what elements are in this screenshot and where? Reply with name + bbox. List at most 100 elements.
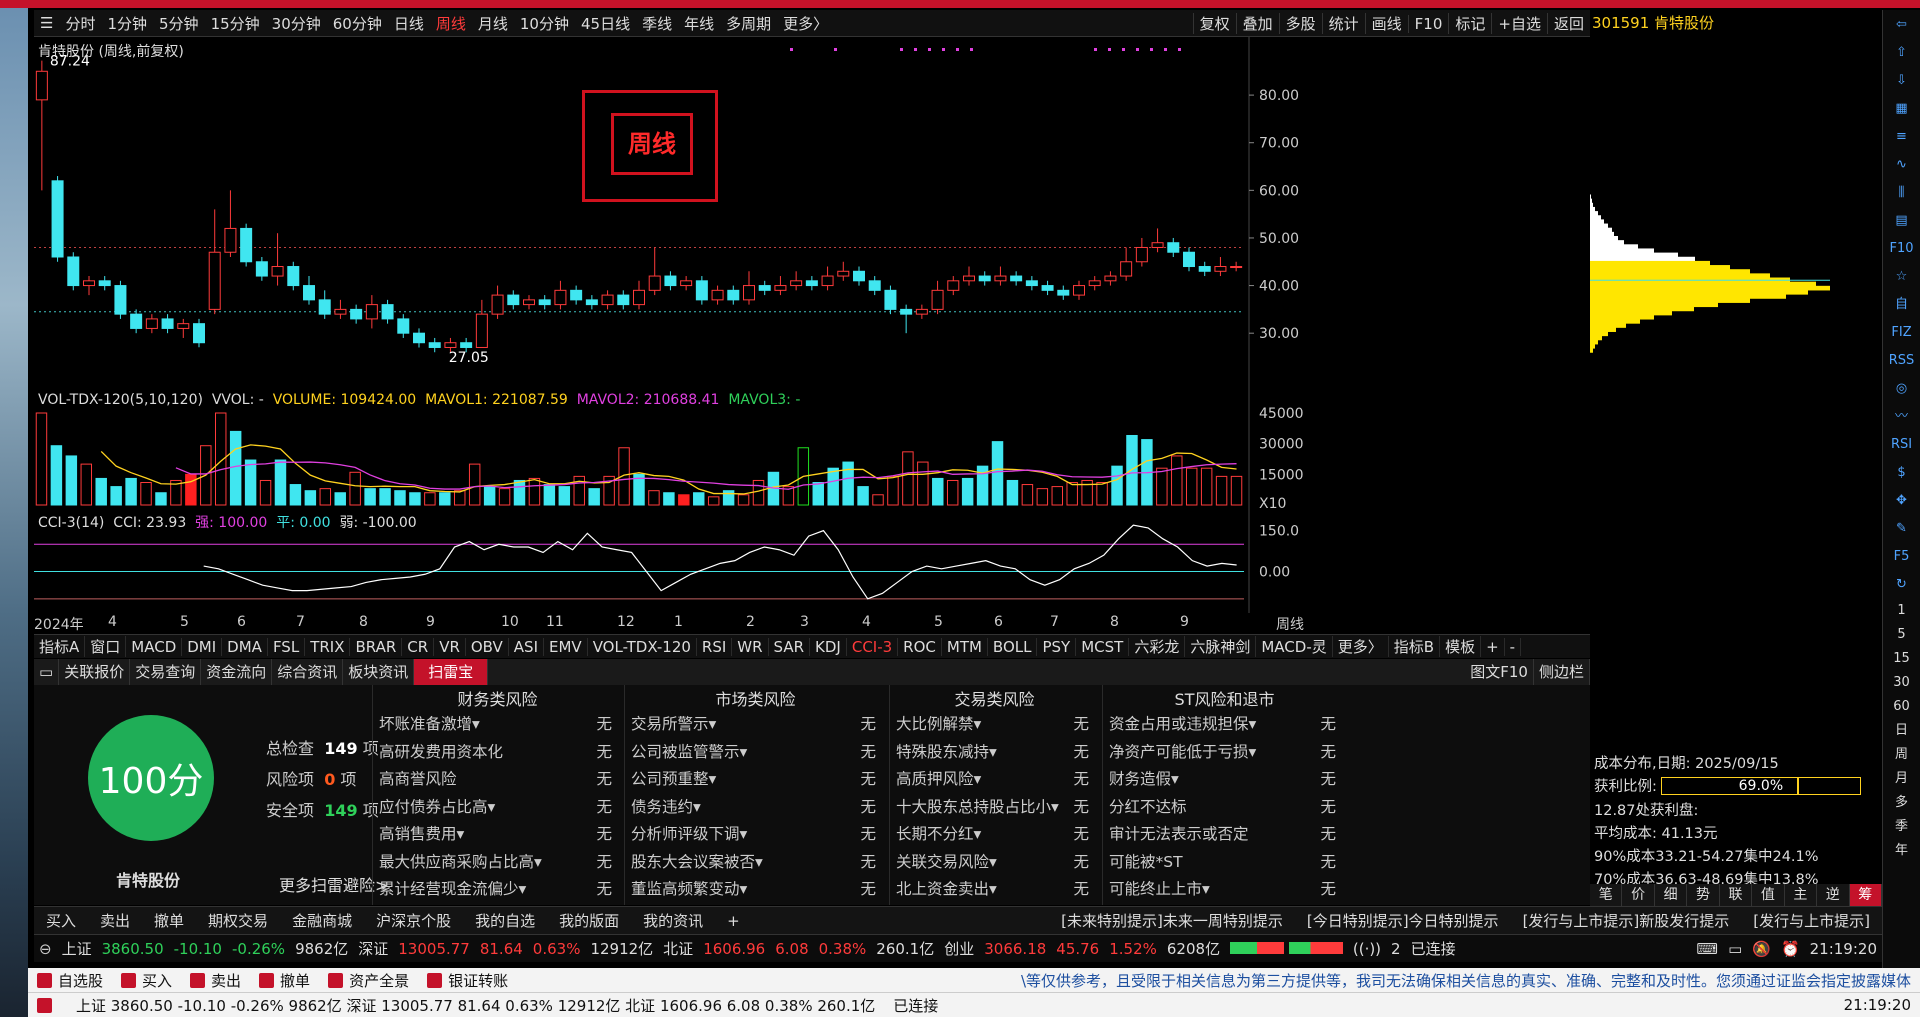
risk-item[interactable]: 公司预重整▾ 无 (625, 766, 886, 794)
action-notice-12[interactable]: [发行与上市提示]新股发行提示 (1511, 910, 1742, 931)
period-shortcut-0[interactable]: 1 (1885, 600, 1919, 622)
menu-icon[interactable]: ☰ (34, 14, 59, 32)
indicator-tab-26[interactable]: MACD-灵 (1256, 636, 1333, 657)
indicator-tab-2[interactable]: MACD (126, 637, 183, 656)
indicator-tab-5[interactable]: FSL (268, 637, 306, 656)
f5-icon[interactable]: F5 (1885, 544, 1919, 570)
chart-icon[interactable]: ∿ (1885, 152, 1919, 178)
news-icon[interactable]: ▤ (1885, 208, 1919, 234)
outer-tool-1[interactable]: 买入 (112, 970, 181, 991)
indicator-tab-6[interactable]: TRIX (305, 637, 351, 656)
candle-icon[interactable]: ⫼ (1885, 180, 1919, 206)
period-shortcut-1[interactable]: 5 (1885, 624, 1919, 646)
risk-item[interactable]: 债务违约▾ 无 (625, 794, 886, 822)
risk-item[interactable]: 净资产可能低于亏损▾ 无 (1103, 739, 1346, 767)
pencil-icon[interactable]: ✎ (1885, 516, 1919, 542)
period-tab-1[interactable]: 1分钟 (101, 13, 153, 34)
risk-item[interactable]: 北上资金卖出▾ 无 (890, 876, 1099, 904)
indicator-tab-15[interactable]: WR (732, 637, 769, 656)
period-tab-4[interactable]: 30分钟 (266, 13, 327, 34)
toolbar-button-3[interactable]: 统计 (1321, 13, 1365, 34)
period-tab-8[interactable]: 月线 (472, 13, 514, 34)
period-tab-9[interactable]: 10分钟 (514, 13, 575, 34)
action-mall[interactable]: 金融商城 (280, 910, 364, 931)
info-tab-0[interactable]: 关联报价 (59, 659, 131, 685)
back-arrow-icon[interactable]: ⇦ (1885, 12, 1919, 38)
risk-item[interactable]: 董监高频繁变动▾ 无 (625, 876, 886, 904)
indicator-tab-27[interactable]: 更多〉 (1333, 636, 1389, 657)
period-tab-12[interactable]: 年线 (678, 13, 720, 34)
indicator-tab-14[interactable]: RSI (697, 637, 733, 656)
action-cancel[interactable]: 撤单 (142, 910, 196, 931)
cost-button-2[interactable]: 细 (1654, 884, 1688, 906)
period-shortcut-7[interactable]: 月 (1885, 768, 1919, 790)
rsi-icon[interactable]: RSI (1885, 432, 1919, 458)
indicator-tab-13[interactable]: VOL-TDX-120 (588, 637, 697, 656)
risk-item[interactable]: 坏账准备激增▾ 无 (373, 711, 622, 739)
risk-item[interactable]: 审计无法表示或否定 无 (1103, 821, 1346, 849)
keyboard-icon[interactable]: ⌨ (1691, 940, 1723, 958)
risk-item[interactable]: 资金占用或违规担保▾ 无 (1103, 711, 1346, 739)
period-shortcut-3[interactable]: 30 (1885, 672, 1919, 694)
toolbar-button-6[interactable]: 标记 (1448, 13, 1491, 34)
toolbar-button-8[interactable]: 返回 (1546, 13, 1590, 34)
indicator-tab-22[interactable]: PSY (1037, 637, 1077, 656)
indicator-tab-10[interactable]: OBV (466, 637, 509, 656)
money-icon[interactable]: $ (1885, 460, 1919, 486)
info-tab-1[interactable]: 交易查询 (130, 659, 202, 685)
risk-item[interactable]: 长期不分红▾ 无 (890, 821, 1099, 849)
period-tab-0[interactable]: 分时 (59, 13, 101, 34)
toolbar-button-5[interactable]: F10 (1407, 14, 1449, 33)
indicator-tab-16[interactable]: SAR (769, 637, 811, 656)
price-chart[interactable]: 80.0070.0060.0050.0040.0030.0087.2427.05 (34, 37, 1590, 387)
grid-icon[interactable]: ▦ (1885, 96, 1919, 122)
risk-item[interactable]: 特殊股东减持▾ 无 (890, 739, 1099, 767)
outer-tool-5[interactable]: 银证转账 (418, 970, 517, 991)
risk-item[interactable]: 可能被*ST 无 (1103, 849, 1346, 877)
action-notice-11[interactable]: [今日特别提示]今日特别提示 (1295, 910, 1511, 931)
info-tab-3[interactable]: 综合资讯 (272, 659, 344, 685)
risk-item[interactable]: 高商誉风险 无 (373, 766, 622, 794)
toolbar-button-0[interactable]: 复权 (1192, 13, 1236, 34)
indicator-tab-30[interactable]: + (1481, 637, 1505, 656)
action-news[interactable]: 我的资讯 (631, 910, 715, 931)
action-add[interactable]: + (715, 912, 752, 930)
indicator-tab-4[interactable]: DMA (222, 637, 268, 656)
globe-icon[interactable]: ◎ (1885, 376, 1919, 402)
period-shortcut-2[interactable]: 15 (1885, 648, 1919, 670)
toolbar-button-4[interactable]: 画线 (1364, 13, 1408, 34)
alarm-icon[interactable]: ⏰ (1776, 940, 1805, 958)
action-buy[interactable]: 买入 (34, 910, 88, 931)
outer-tool-2[interactable]: 卖出 (181, 970, 250, 991)
period-tab-5[interactable]: 60分钟 (327, 13, 388, 34)
f10-icon[interactable]: F10 (1885, 236, 1919, 262)
risk-item[interactable]: 财务造假▾ 无 (1103, 766, 1346, 794)
period-tab-11[interactable]: 季线 (636, 13, 678, 34)
risk-item[interactable]: 最大供应商采购占比高▾ 无 (373, 849, 622, 877)
refresh-icon[interactable]: ↻ (1885, 572, 1919, 598)
cost-button-7[interactable]: 逆 (1817, 884, 1850, 906)
list-icon[interactable]: ≡ (1885, 124, 1919, 150)
tab-f10[interactable]: 图文F10 (1465, 659, 1534, 685)
outer-tool-3[interactable]: 撤单 (250, 970, 319, 991)
info-tab-5[interactable]: 扫雷宝 (414, 659, 489, 685)
action-layout[interactable]: 我的版面 (547, 910, 631, 931)
monitor-icon[interactable]: ▭ (1723, 940, 1747, 958)
toolbar-button-1[interactable]: 叠加 (1235, 13, 1279, 34)
risk-item[interactable]: 股东大会议案被否▾ 无 (625, 849, 886, 877)
indicator-tab-18[interactable]: CCI-3 (847, 637, 899, 656)
indicator-tab-25[interactable]: 六脉神剑 (1185, 636, 1257, 657)
cost-button-4[interactable]: 联 (1719, 884, 1753, 906)
up-icon[interactable]: ⇧ (1885, 40, 1919, 66)
indicator-tab-19[interactable]: ROC (898, 637, 942, 656)
indicator-tab-24[interactable]: 六彩龙 (1129, 636, 1186, 657)
risk-item[interactable]: 高研发费用资本化 无 (373, 739, 622, 767)
action-sell[interactable]: 卖出 (88, 910, 142, 931)
indicator-tab-7[interactable]: BRAR (350, 637, 403, 656)
period-shortcut-9[interactable]: 季 (1885, 816, 1919, 838)
outer-tool-0[interactable]: 自选股 (28, 970, 112, 991)
status-menu-icon[interactable]: ⊖ (34, 940, 57, 958)
info-tab-4[interactable]: 板块资讯 (343, 659, 415, 685)
action-watchlist[interactable]: 我的自选 (463, 910, 547, 931)
toolbar-button-2[interactable]: 多股 (1278, 13, 1322, 34)
